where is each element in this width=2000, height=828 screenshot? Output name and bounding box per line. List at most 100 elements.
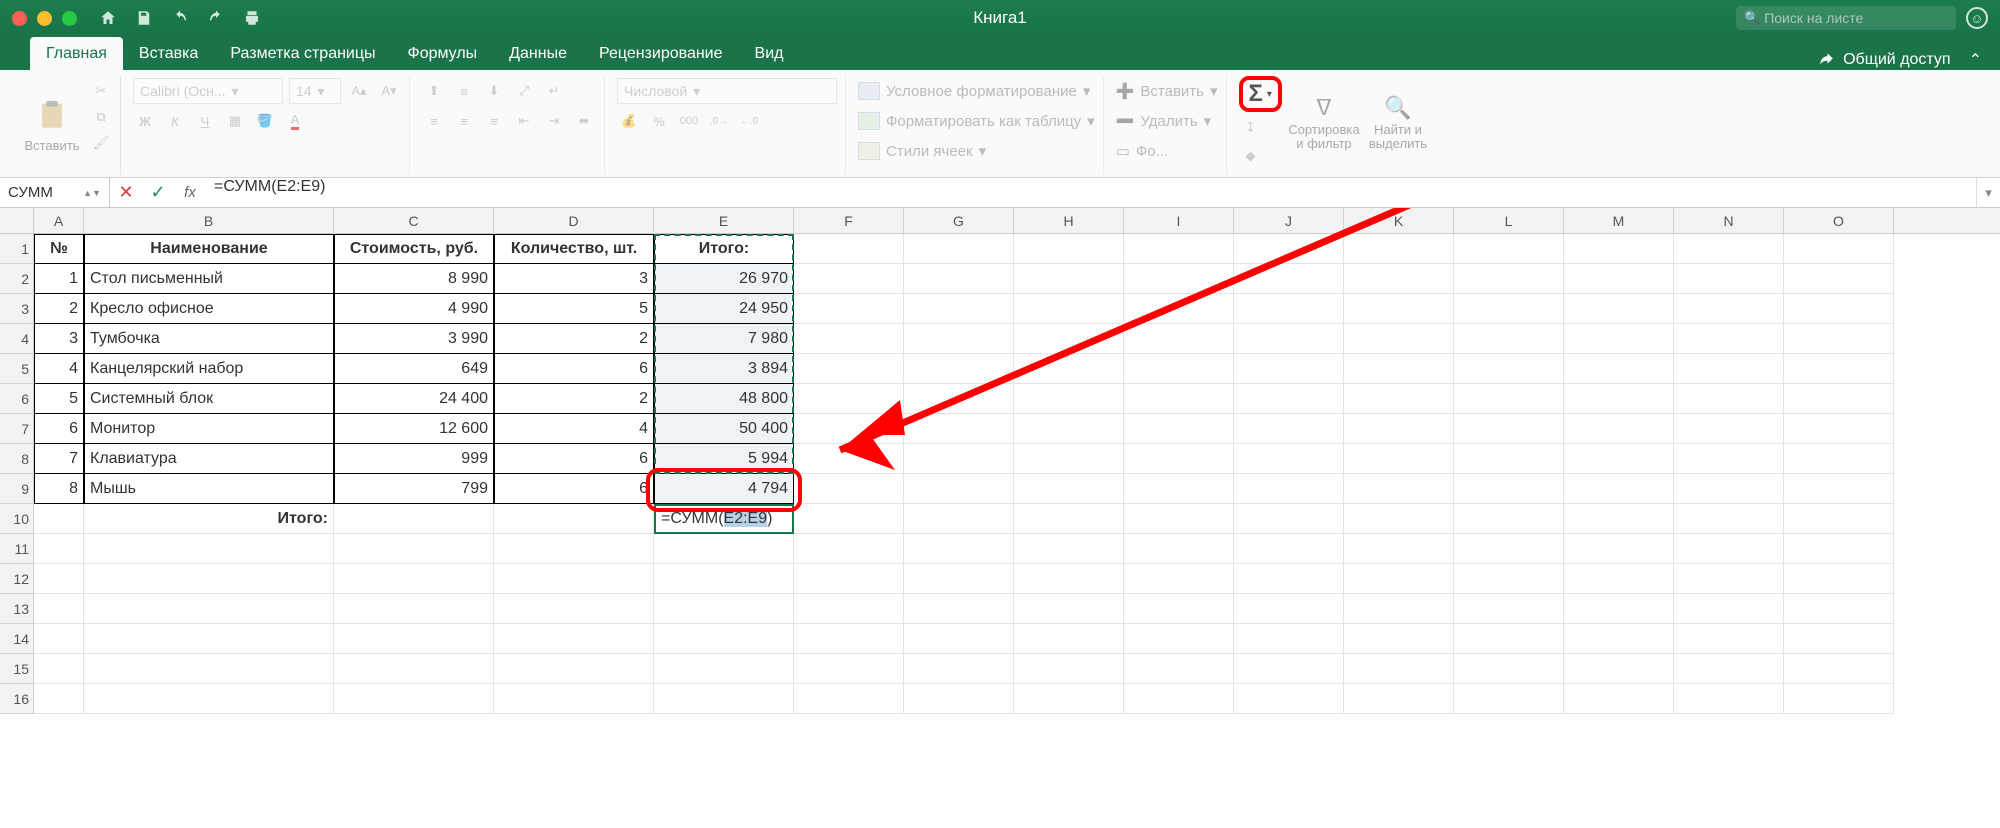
- cell[interactable]: [1454, 684, 1564, 714]
- cell[interactable]: [1014, 264, 1124, 294]
- row-header[interactable]: 9: [0, 474, 33, 504]
- cell[interactable]: [904, 474, 1014, 504]
- cell[interactable]: [1564, 414, 1674, 444]
- percent-icon[interactable]: %: [647, 109, 671, 133]
- cell[interactable]: [1674, 684, 1784, 714]
- cell[interactable]: [1014, 294, 1124, 324]
- cell[interactable]: [1344, 534, 1454, 564]
- cell[interactable]: [1124, 624, 1234, 654]
- cell[interactable]: [1344, 444, 1454, 474]
- cell[interactable]: [1234, 234, 1344, 264]
- cell[interactable]: [1674, 444, 1784, 474]
- cell[interactable]: [334, 654, 494, 684]
- format-cells-button[interactable]: ▭Фо...: [1116, 136, 1218, 166]
- cell[interactable]: [1784, 354, 1894, 384]
- cell[interactable]: [794, 654, 904, 684]
- cell[interactable]: [1674, 594, 1784, 624]
- increase-font-icon[interactable]: A▴: [347, 79, 371, 103]
- cell[interactable]: [1124, 414, 1234, 444]
- accept-formula-button[interactable]: ✓: [142, 178, 174, 207]
- cell[interactable]: [1124, 384, 1234, 414]
- cell[interactable]: [1674, 324, 1784, 354]
- cell[interactable]: 2: [34, 294, 84, 324]
- cell[interactable]: 799: [334, 474, 494, 504]
- column-header[interactable]: C: [334, 208, 494, 233]
- cell[interactable]: [904, 234, 1014, 264]
- redo-icon[interactable]: [205, 7, 227, 29]
- delete-cells-button[interactable]: ➖Удалить▾: [1116, 106, 1218, 136]
- cell[interactable]: [334, 504, 494, 534]
- cell[interactable]: [904, 384, 1014, 414]
- cell[interactable]: 8: [34, 474, 84, 504]
- conditional-formatting-button[interactable]: Условное форматирование▾: [858, 76, 1095, 106]
- row-header[interactable]: 2: [0, 264, 33, 294]
- cell[interactable]: №: [34, 234, 84, 264]
- cell[interactable]: [794, 264, 904, 294]
- expand-formula-bar-icon[interactable]: ▾: [1976, 178, 2000, 207]
- cell[interactable]: [1564, 504, 1674, 534]
- cell[interactable]: [1784, 504, 1894, 534]
- cell[interactable]: [1454, 264, 1564, 294]
- currency-icon[interactable]: 💰: [617, 109, 641, 133]
- cell[interactable]: [1124, 354, 1234, 384]
- cell[interactable]: [1124, 234, 1234, 264]
- align-center-icon[interactable]: ≡: [452, 109, 476, 133]
- font-name-combo[interactable]: Calibri (Осн...▾: [133, 78, 283, 104]
- tab-layout[interactable]: Разметка страницы: [214, 37, 391, 70]
- cell[interactable]: [334, 684, 494, 714]
- collapse-ribbon-icon[interactable]: ⌃: [1969, 50, 1982, 70]
- cell[interactable]: [794, 354, 904, 384]
- cell[interactable]: [1014, 564, 1124, 594]
- cell[interactable]: [1234, 324, 1344, 354]
- row-header[interactable]: 4: [0, 324, 33, 354]
- cell[interactable]: [1454, 564, 1564, 594]
- tab-home[interactable]: Главная: [30, 37, 123, 70]
- cell[interactable]: [904, 684, 1014, 714]
- align-middle-icon[interactable]: ≡: [452, 79, 476, 103]
- cell[interactable]: [1454, 534, 1564, 564]
- insert-cells-button[interactable]: ➕Вставить▾: [1116, 76, 1218, 106]
- cell[interactable]: [84, 564, 334, 594]
- cell[interactable]: [1564, 294, 1674, 324]
- cell[interactable]: [1454, 624, 1564, 654]
- minimize-window-button[interactable]: [37, 11, 52, 26]
- align-top-icon[interactable]: ⬆: [422, 79, 446, 103]
- cell[interactable]: [34, 534, 84, 564]
- cell[interactable]: [1784, 564, 1894, 594]
- cell[interactable]: [1344, 414, 1454, 444]
- cell[interactable]: [1014, 474, 1124, 504]
- cell[interactable]: [34, 654, 84, 684]
- cell[interactable]: [1234, 684, 1344, 714]
- cell[interactable]: 3: [494, 264, 654, 294]
- increase-indent-icon[interactable]: ⇥: [542, 109, 566, 133]
- undo-icon[interactable]: [169, 7, 191, 29]
- cell[interactable]: [1014, 624, 1124, 654]
- align-left-icon[interactable]: ≡: [422, 109, 446, 133]
- cell[interactable]: [1784, 624, 1894, 654]
- cell[interactable]: 4: [34, 354, 84, 384]
- maximize-window-button[interactable]: [62, 11, 77, 26]
- cell[interactable]: [1014, 354, 1124, 384]
- tab-insert[interactable]: Вставка: [123, 37, 214, 70]
- column-header[interactable]: N: [1674, 208, 1784, 233]
- cell[interactable]: 3: [34, 324, 84, 354]
- cell[interactable]: [1234, 564, 1344, 594]
- cells-area[interactable]: №НаименованиеСтоимость, руб.Количество, …: [34, 234, 1894, 714]
- cell[interactable]: [1454, 414, 1564, 444]
- row-header[interactable]: 3: [0, 294, 33, 324]
- cell[interactable]: [1014, 444, 1124, 474]
- bold-button[interactable]: Ж: [133, 109, 157, 133]
- cell[interactable]: [1014, 504, 1124, 534]
- cell[interactable]: [1674, 414, 1784, 444]
- cell[interactable]: [1784, 264, 1894, 294]
- cell[interactable]: [34, 594, 84, 624]
- cell[interactable]: 6: [494, 354, 654, 384]
- cell[interactable]: 6: [494, 444, 654, 474]
- cell[interactable]: [654, 564, 794, 594]
- cell[interactable]: [1674, 234, 1784, 264]
- cell[interactable]: [1234, 444, 1344, 474]
- sheet-search-input[interactable]: [1764, 10, 1948, 26]
- paste-button[interactable]: Вставить: [20, 76, 84, 170]
- home-icon[interactable]: [97, 7, 119, 29]
- cell[interactable]: [1344, 654, 1454, 684]
